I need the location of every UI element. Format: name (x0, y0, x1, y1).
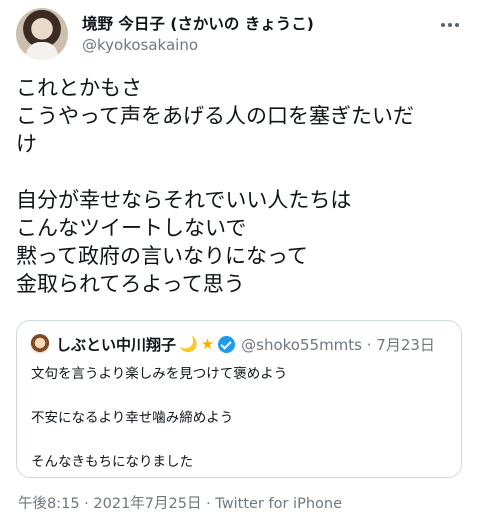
quoted-tweet[interactable]: しぶとい中川翔子 🌙 ★ @shoko55mmts · 7月23日 文句を言うよ… (16, 320, 462, 478)
quoted-author-avatar (30, 334, 50, 354)
author-name[interactable]: 境野 今日子 (さかいの きょうこ) (82, 12, 314, 34)
quoted-author-name: しぶとい中川翔子 (56, 335, 177, 354)
more-icon[interactable] (436, 14, 464, 36)
tweet-line: 自分が幸せならそれでいい人たちは (16, 188, 352, 212)
moon-icon: 🌙 (179, 335, 198, 353)
tweet-line: こんなツイートしないで (16, 216, 247, 240)
verified-badge-icon (218, 335, 236, 353)
quoted-line: 文句を言うより楽しみを見つけて褒めよう (31, 366, 288, 382)
star-icon: ★ (200, 335, 215, 353)
tweet-line: け (16, 132, 37, 156)
tweet-line: 金取られてろよって思う (16, 272, 245, 296)
author-avatar[interactable] (16, 8, 68, 60)
quoted-line: そんなきもちになりました (31, 454, 193, 470)
tweet-text: これとかもさ こうやって声をあげる人の口を塞ぎたいだ け 自分が幸せならそれでい… (16, 74, 468, 298)
quoted-line: 不安になるより幸せ噛み締めよう (31, 410, 234, 426)
quoted-blank-line (31, 429, 287, 451)
quoted-tweet-text: 文句を言うより楽しみを見つけて褒めよう 不安になるより幸せ噛み締めよう そんなき… (31, 363, 287, 473)
tweet-header: 境野 今日子 (さかいの きょうこ) @kyokosakaino (16, 8, 464, 60)
tweet-line: これとかもさ (16, 76, 142, 100)
quoted-author-handle-date: @shoko55mmts · 7月23日 (241, 335, 435, 354)
tweet-line: 黙って政府の言いなりになって (16, 244, 308, 268)
tweet-meta[interactable]: 午後8:15 · 2021年7月25日 · Twitter for iPhone (18, 492, 342, 513)
author-handle[interactable]: @kyokosakaino (82, 36, 198, 54)
quoted-tweet-header: しぶとい中川翔子 🌙 ★ @shoko55mmts · 7月23日 (30, 333, 435, 355)
quoted-blank-line (31, 385, 287, 407)
tweet-line: こうやって声をあげる人の口を塞ぎたいだ (16, 104, 414, 128)
